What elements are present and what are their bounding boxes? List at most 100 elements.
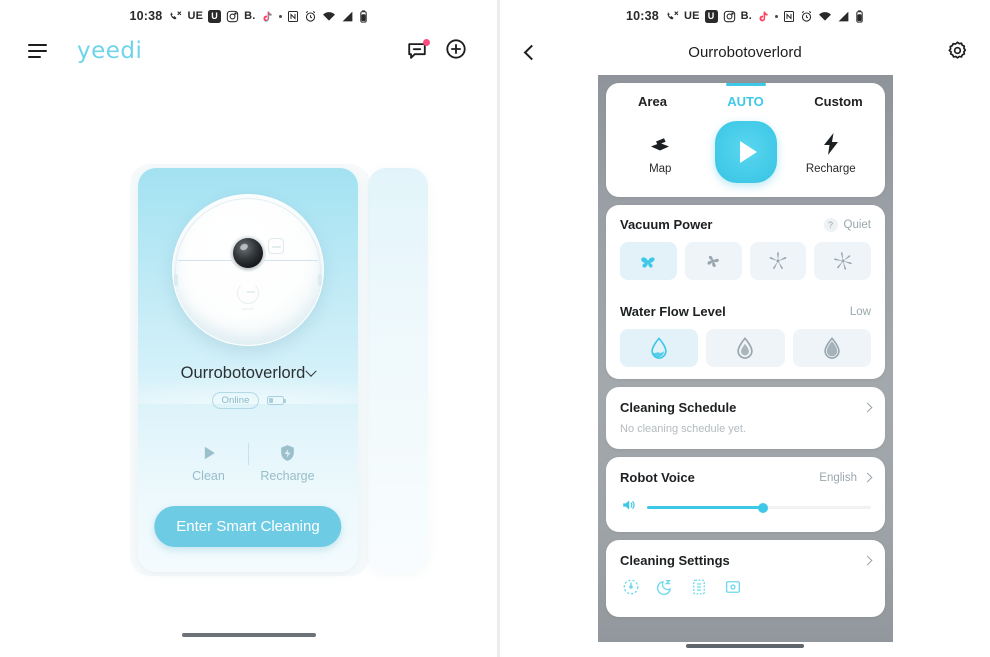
water-flow-value: Low [849,305,871,318]
cleaning-settings-row[interactable]: Cleaning Settings [606,540,885,568]
enter-smart-cleaning-button[interactable]: Enter Smart Cleaning [154,506,342,547]
signal-icon [341,10,354,23]
chevron-right-icon[interactable] [862,555,873,566]
wifi-icon [322,10,336,23]
tab-area[interactable]: Area [606,94,699,111]
robot-logo-icon [237,282,259,304]
cleaning-settings-title: Cleaning Settings [620,553,730,568]
battery-icon [359,9,368,23]
robot-vacuum-illustration: yeedi [172,194,324,346]
vacuum-power-header: Vacuum Power ? Quiet [606,205,885,232]
cleaning-schedule-title: Cleaning Schedule [620,400,737,415]
droplet-medium-icon[interactable] [706,329,785,367]
play-icon [739,141,757,163]
robot-voice-right: English [819,471,873,484]
yeedi-brand-logo: yeedi [77,38,143,64]
status-bar-left: 10:38 UE U B. [0,0,497,30]
gesture-nav-pill[interactable] [686,644,804,648]
water-flow-title: Water Flow Level [620,304,726,319]
carrier-ue-icon: UE [683,10,700,22]
target-clean-icon[interactable] [622,578,640,601]
chevron-right-icon[interactable] [862,472,873,483]
recharge-shield-icon [249,440,327,466]
start-cleaning-play-button[interactable] [714,121,777,183]
carpet-icon[interactable] [690,578,708,601]
fan-3-blade-icon[interactable] [684,242,742,280]
water-flow-options [606,319,885,379]
map-layers-icon [606,129,715,159]
clean-label: Clean [192,469,225,483]
fan-6-blade-icon[interactable] [814,242,871,280]
droplet-high-icon[interactable] [792,329,871,367]
volume-slider[interactable] [647,502,871,513]
device-card[interactable]: yeedi Ourrobotoverlord Online Clean Rech… [138,168,358,572]
fan-2-blade-icon[interactable] [620,242,677,280]
robot-brand-text: yeedi [242,306,254,311]
device-status-row: Online [138,392,358,409]
status-dot-icon [775,14,779,18]
left-phone-screen: 10:38 UE U B. yeedi yeedi Ourrobotoverlo… [0,0,497,657]
play-icon [170,440,248,466]
b-app-icon: B. [740,10,753,22]
add-circle-icon[interactable] [445,38,467,65]
right-phone-screen: 10:38 UE U B. Ourrobotoverlord Area AUTO… [500,0,990,657]
fan-5-blade-icon[interactable] [749,242,807,280]
map-button[interactable]: Map [606,129,715,175]
vacuum-power-value-group: ? Quiet [823,217,871,232]
back-chevron-icon[interactable] [523,44,540,61]
nfc-icon [783,10,795,23]
water-flow-header: Water Flow Level Low [606,292,885,319]
bluetooth-call-icon [169,10,182,23]
droplet-low-icon[interactable] [620,329,699,367]
chevron-down-icon[interactable] [305,365,318,377]
recharge-label: Recharge [805,163,856,175]
tab-custom[interactable]: Custom [792,94,885,111]
gear-icon[interactable] [947,40,968,66]
volume-slider-knob[interactable] [758,502,769,513]
do-not-disturb-moon-icon[interactable] [656,578,674,601]
device-name-row[interactable]: Ourrobotoverlord [138,364,358,383]
robot-voice-value: English [819,471,857,484]
robot-wheel-right [318,274,322,286]
dock-area-icon[interactable] [724,578,742,601]
chevron-right-icon[interactable] [862,402,873,413]
wifi-icon [818,10,832,23]
robot-voice-title: Robot Voice [620,470,695,485]
cleaning-schedule-panel[interactable]: Cleaning Schedule No cleaning schedule y… [606,387,885,449]
recharge-button[interactable]: Recharge [249,440,327,483]
message-icon[interactable] [406,39,430,62]
robot-voice-row[interactable]: Robot Voice English [606,457,885,485]
status-badge: Online [212,392,259,409]
mode-tabs: Area AUTO Custom [606,83,885,115]
navigation-bar-right [500,635,990,657]
robot-camera-icon [233,238,263,268]
instagram-icon [723,10,736,23]
tab-auto[interactable]: AUTO [699,94,792,111]
hamburger-menu-icon[interactable] [28,44,47,58]
volume-slider-fill [647,506,764,509]
clean-button[interactable]: Clean [170,440,248,483]
cleaning-settings-icons [606,568,885,617]
recharge-button[interactable]: Recharge [777,129,886,175]
app-header: yeedi [0,30,497,72]
cleaning-schedule-right [862,402,873,413]
battery-icon [855,9,864,23]
robot-voice-panel: Robot Voice English [606,457,885,532]
carrier-ue-icon: UE [187,10,204,22]
cleaning-schedule-row[interactable]: Cleaning Schedule [606,387,885,415]
cleaning-settings-panel[interactable]: Cleaning Settings [606,540,885,617]
gesture-nav-pill[interactable] [181,633,316,637]
status-bar-right: 10:38 UE U B. [500,0,990,30]
device-card-next-peek[interactable] [368,168,428,572]
status-bar-clock: 10:38 [129,9,163,23]
question-mark-icon[interactable]: ? [823,217,838,232]
robot-sensor-icon [268,238,284,254]
power-and-water-panel: Vacuum Power ? Quiet Water Flow Level Lo… [606,205,885,379]
status-dot-icon [278,14,282,18]
vacuum-power-title: Vacuum Power [620,217,713,232]
device-name-label: Ourrobotoverlord [180,364,306,382]
nfc-icon [287,10,299,23]
alarm-icon [304,10,317,23]
vacuum-power-options [606,232,885,292]
u-app-icon: U [208,9,222,23]
